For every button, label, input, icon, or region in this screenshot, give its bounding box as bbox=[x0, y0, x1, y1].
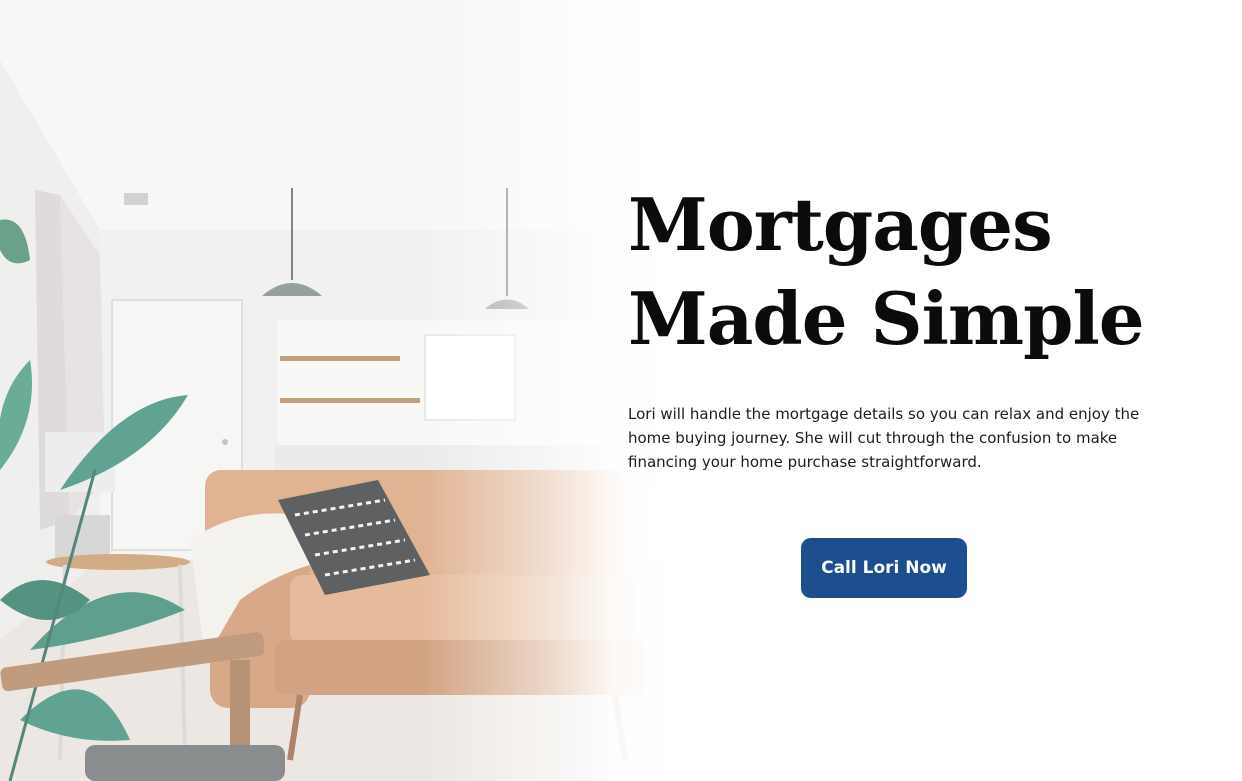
hero-headline: Mortgages Made Simple bbox=[628, 178, 1188, 366]
hero-description: Lori will handle the mortgage details so… bbox=[628, 405, 1140, 471]
living-room-photo bbox=[0, 0, 680, 781]
call-lori-button[interactable]: Call Lori Now bbox=[801, 538, 967, 598]
headline-line-2: Made Simple bbox=[628, 276, 1145, 361]
headline-line-1: Mortgages bbox=[628, 182, 1053, 267]
hero-content: Mortgages Made Simple Lori will handle t… bbox=[628, 178, 1188, 474]
hero-section: Mortgages Made Simple Lori will handle t… bbox=[0, 0, 1242, 781]
